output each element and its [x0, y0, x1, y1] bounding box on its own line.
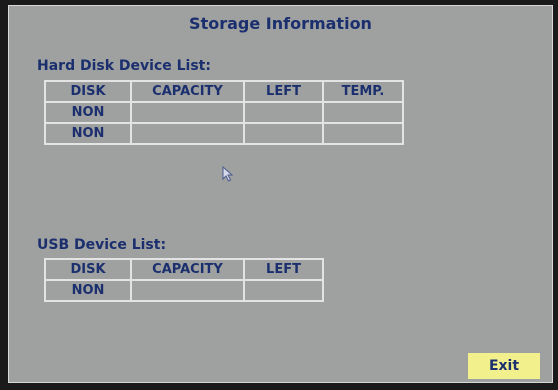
cell-left — [243, 101, 324, 124]
usb-table: DISK CAPACITY LEFT NON — [44, 258, 324, 302]
cell-disk: NON — [44, 101, 132, 124]
header-disk: DISK — [44, 80, 132, 103]
hard-disk-list-label: Hard Disk Device List: — [37, 58, 211, 74]
header-capacity: CAPACITY — [130, 258, 245, 281]
header-left: LEFT — [243, 258, 324, 281]
cell-temp — [322, 101, 404, 124]
cell-left — [243, 279, 324, 302]
cell-capacity — [130, 101, 245, 124]
header-temp: TEMP. — [322, 80, 404, 103]
table-row: NON — [44, 279, 324, 302]
exit-button[interactable]: Exit — [468, 353, 540, 379]
table-header-row: DISK CAPACITY LEFT — [44, 258, 324, 281]
header-left: LEFT — [243, 80, 324, 103]
cell-disk: NON — [44, 279, 132, 302]
usb-list-label: USB Device List: — [37, 237, 167, 253]
storage-info-panel: Storage Information Hard Disk Device Lis… — [8, 5, 553, 383]
table-header-row: DISK CAPACITY LEFT TEMP. — [44, 80, 404, 103]
cell-disk: NON — [44, 122, 132, 145]
page-title: Storage Information — [189, 14, 372, 33]
cell-capacity — [130, 122, 245, 145]
mouse-pointer-icon — [222, 166, 234, 182]
cell-capacity — [130, 279, 245, 302]
cell-temp — [322, 122, 404, 145]
table-row: NON — [44, 101, 404, 124]
table-row: NON — [44, 122, 404, 145]
cell-left — [243, 122, 324, 145]
header-capacity: CAPACITY — [130, 80, 245, 103]
hard-disk-table: DISK CAPACITY LEFT TEMP. NON NON — [44, 80, 404, 145]
screen: Storage Information Hard Disk Device Lis… — [0, 0, 558, 390]
header-disk: DISK — [44, 258, 132, 281]
